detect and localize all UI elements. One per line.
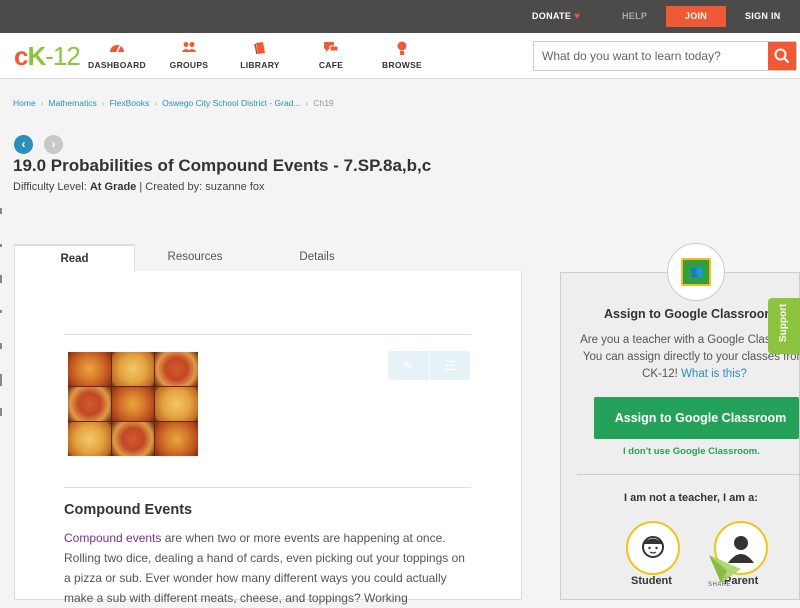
groups-icon (154, 41, 224, 57)
breadcrumb-home[interactable]: Home (13, 98, 36, 108)
tab-read[interactable]: Read (14, 244, 135, 272)
breadcrumb: Home › Mathematics › FlexBooks › Oswego City S… (13, 98, 334, 108)
not-teacher-label: I am not a teacher, I am a: (624, 492, 758, 504)
content-tools: ✎ ☰ (388, 351, 470, 380)
chevron-right-icon: › (51, 137, 56, 151)
next-button[interactable]: › (44, 135, 63, 154)
gc-description: Are you a teacher with a Google Classroo… (572, 332, 800, 383)
tab-resources[interactable]: Resources (140, 244, 250, 272)
breadcrumb-separator: › (154, 98, 158, 108)
divider (64, 334, 471, 335)
cafe-icon (296, 41, 366, 57)
pizza-image (68, 352, 198, 456)
ck12-logo[interactable]: cK-12 (14, 42, 81, 70)
support-tab[interactable]: Support (768, 298, 800, 354)
pencil-icon: ✎ (403, 358, 414, 373)
edge-mark (0, 343, 2, 349)
created-by: | Created by: suzanne fox (139, 181, 265, 193)
nav-cafe[interactable]: CAFE (296, 41, 366, 70)
share-icon[interactable] (707, 547, 745, 585)
library-icon (225, 41, 295, 57)
top-bar: DONATE ♥ HELP JOIN SIGN IN (0, 0, 800, 33)
edge-mark (0, 244, 2, 247)
difficulty-label: Difficulty Level: (13, 181, 87, 193)
browse-icon (367, 41, 437, 57)
compound-events-link[interactable]: Compound events (64, 531, 161, 545)
edit-button[interactable]: ✎ (388, 351, 429, 380)
what-is-this-link[interactable]: What is this? (681, 368, 747, 380)
gc-title: Assign to Google Classroom (604, 307, 776, 321)
student-icon (642, 536, 664, 558)
nav-dashboard[interactable]: DASHBOARD (82, 41, 152, 70)
notes-icon: ☰ (444, 358, 456, 373)
edge-mark (0, 310, 2, 313)
search-button[interactable] (768, 42, 796, 70)
edge-mark (0, 275, 2, 283)
chevron-left-icon: ‹ (21, 137, 26, 151)
notes-button[interactable]: ☰ (429, 351, 470, 380)
search-input[interactable] (534, 42, 769, 70)
page-title: 19.0 Probabilities of Compound Events - … (13, 156, 432, 175)
breadcrumb-current: Ch19 (313, 98, 334, 108)
student-role-button[interactable] (626, 521, 680, 575)
previous-button[interactable]: ‹ (14, 135, 33, 154)
divider (577, 474, 800, 475)
help-link[interactable]: HELP (622, 0, 647, 33)
breadcrumb-oswego[interactable]: Oswego City School District - Grad... (162, 98, 300, 108)
donate-link[interactable]: DONATE ♥ (532, 0, 580, 33)
search-box (533, 41, 797, 71)
search-icon (774, 48, 790, 64)
dashboard-icon (82, 41, 152, 57)
main-nav: cK-12 DASHBOARD GROUPS LIBRARY CAFE BROW… (0, 33, 800, 79)
edge-mark (0, 374, 2, 386)
google-classroom-icon: 👥 (681, 258, 711, 286)
difficulty-line: Difficulty Level: At Grade | Created by:… (13, 181, 265, 193)
nav-groups[interactable]: GROUPS (154, 41, 224, 70)
student-label: Student (631, 575, 672, 587)
tab-details[interactable]: Details (262, 244, 372, 272)
content-paragraph: Compound events are when two or more eve… (64, 528, 474, 608)
breadcrumb-separator: › (305, 98, 309, 108)
edge-mark (0, 208, 2, 214)
nav-library[interactable]: LIBRARY (225, 41, 295, 70)
share-label: SHARE (708, 582, 732, 588)
breadcrumb-separator: › (40, 98, 44, 108)
section-title: Compound Events (64, 502, 193, 518)
assign-google-classroom-button[interactable]: Assign to Google Classroom (594, 397, 799, 439)
nav-browse[interactable]: BROWSE (367, 41, 437, 70)
breadcrumb-separator: › (101, 98, 105, 108)
sign-in-link[interactable]: SIGN IN (745, 0, 781, 33)
divider (64, 487, 471, 488)
heart-icon: ♥ (574, 11, 581, 22)
edge-mark (0, 408, 2, 416)
join-button[interactable]: JOIN (666, 6, 726, 27)
breadcrumb-mathematics[interactable]: Mathematics (49, 98, 97, 108)
difficulty-value: At Grade (89, 181, 137, 193)
donate-label: DONATE (532, 11, 572, 21)
dont-use-google-classroom-link[interactable]: I don't use Google Classroom. (623, 446, 760, 457)
breadcrumb-flexbooks[interactable]: FlexBooks (110, 98, 150, 108)
